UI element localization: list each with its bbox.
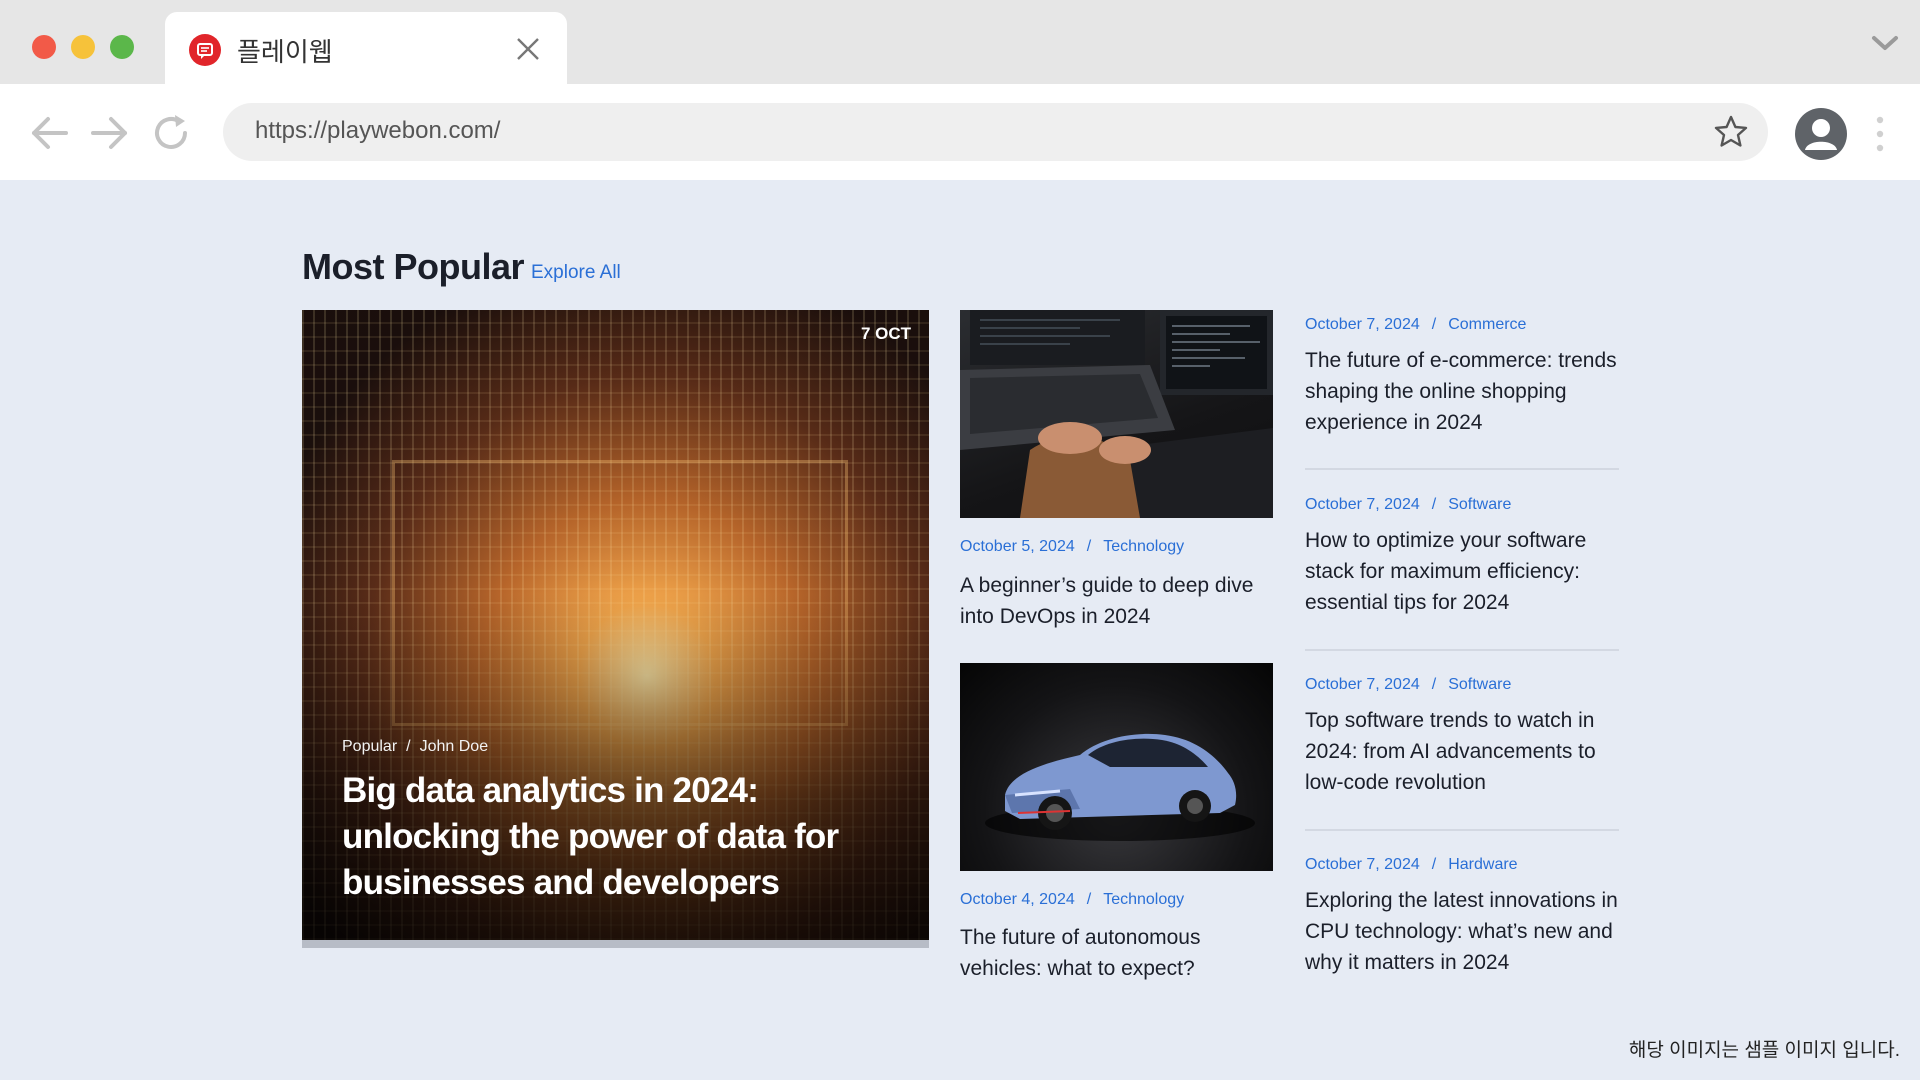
laptop-image xyxy=(960,310,1273,518)
article-title[interactable]: How to optimize your software stack for … xyxy=(1305,525,1619,618)
divider xyxy=(1305,649,1619,651)
article-meta: October 7, 2024 / Software xyxy=(1305,496,1619,514)
featured-category[interactable]: Popular xyxy=(342,738,397,755)
page-content: Most Popular Explore All 7 OCT Popular / J… xyxy=(0,180,1920,1080)
article-date: October 5, 2024 xyxy=(960,538,1075,555)
list-item[interactable]: October 7, 2024 / Hardware Exploring the l… xyxy=(1305,856,1619,978)
close-icon[interactable] xyxy=(515,36,541,62)
article-category[interactable]: Hardware xyxy=(1448,856,1517,873)
divider xyxy=(1305,468,1619,470)
article-category[interactable]: Technology xyxy=(1103,538,1184,555)
article-category[interactable]: Technology xyxy=(1103,891,1184,908)
article-title[interactable]: A beginner’s guide to deep dive into Dev… xyxy=(960,570,1280,632)
meta-separator: / xyxy=(1431,856,1437,873)
account-icon[interactable] xyxy=(1795,108,1847,160)
divider xyxy=(1305,829,1619,831)
browser-tab[interactable]: 플레이웹 xyxy=(165,12,567,84)
date-badge: 7 OCT xyxy=(860,324,911,343)
meta-separator: / xyxy=(406,738,411,755)
article-category[interactable]: Software xyxy=(1448,676,1511,693)
article-date: October 7, 2024 xyxy=(1305,316,1420,333)
section-title: Most Popular xyxy=(302,246,525,287)
article-title[interactable]: Top software trends to watch in 2024: fr… xyxy=(1305,705,1619,798)
explore-all-link[interactable]: Explore All xyxy=(531,262,621,284)
featured-meta: Popular / John Doe xyxy=(342,738,488,756)
chevron-down-icon[interactable] xyxy=(1870,33,1900,53)
meta-separator: / xyxy=(1431,496,1437,513)
article-title[interactable]: Exploring the latest innovations in CPU … xyxy=(1305,885,1619,978)
star-icon[interactable] xyxy=(1712,113,1750,151)
sample-image-note: 해당 이미지는 샘플 이미지 입니다. xyxy=(1628,1040,1900,1061)
article-meta: October 7, 2024 / Software xyxy=(1305,676,1619,694)
meta-separator: / xyxy=(1086,538,1092,555)
window-maximize-button[interactable] xyxy=(110,35,134,59)
meta-separator: / xyxy=(1086,891,1092,908)
featured-article-card[interactable]: 7 OCT Popular / John Doe Big data analytic… xyxy=(302,310,929,948)
tab-strip: 플레이웹 xyxy=(0,0,1920,84)
list-item[interactable]: October 7, 2024 / Software How to optimize… xyxy=(1305,496,1619,618)
list-item[interactable]: October 7, 2024 / Software Top software tr… xyxy=(1305,676,1619,798)
browser-toolbar: https://playwebon.com/ xyxy=(0,84,1920,180)
article-category[interactable]: Commerce xyxy=(1448,316,1526,333)
article-date: October 7, 2024 xyxy=(1305,676,1420,693)
window-minimize-button[interactable] xyxy=(71,35,95,59)
reload-icon[interactable] xyxy=(149,111,193,155)
site-favicon-icon xyxy=(189,34,221,66)
back-arrow-icon[interactable] xyxy=(28,111,72,155)
article-meta: October 7, 2024 / Commerce xyxy=(1305,316,1619,334)
featured-author[interactable]: John Doe xyxy=(420,738,489,755)
article-thumbnail-devops[interactable] xyxy=(960,310,1273,518)
more-menu-icon[interactable] xyxy=(1874,114,1886,154)
article-category[interactable]: Software xyxy=(1448,496,1511,513)
article-date: October 7, 2024 xyxy=(1305,856,1420,873)
article-meta: October 7, 2024 / Hardware xyxy=(1305,856,1619,874)
meta-separator: / xyxy=(1431,676,1437,693)
car-image xyxy=(985,733,1255,841)
article-date: October 7, 2024 xyxy=(1305,496,1420,513)
tab-title: 플레이웹 xyxy=(237,37,333,67)
address-bar[interactable]: https://playwebon.com/ xyxy=(223,103,1768,161)
featured-title[interactable]: Big data analytics in 2024: unlocking th… xyxy=(342,768,902,906)
window-close-button[interactable] xyxy=(32,35,56,59)
article-meta: October 4, 2024 / Technology xyxy=(960,891,1184,909)
list-item[interactable]: October 7, 2024 / Commerce The future of e… xyxy=(1305,316,1619,438)
article-title[interactable]: The future of autonomous vehicles: what … xyxy=(960,922,1280,984)
article-date: October 4, 2024 xyxy=(960,891,1075,908)
forward-arrow-icon[interactable] xyxy=(87,111,131,155)
article-thumbnail-autonomous[interactable] xyxy=(960,663,1273,871)
article-title[interactable]: The future of e-commerce: trends shaping… xyxy=(1305,345,1619,438)
meta-separator: / xyxy=(1431,316,1437,333)
address-bar-url[interactable]: https://playwebon.com/ xyxy=(255,117,500,145)
article-meta: October 5, 2024 / Technology xyxy=(960,538,1184,556)
